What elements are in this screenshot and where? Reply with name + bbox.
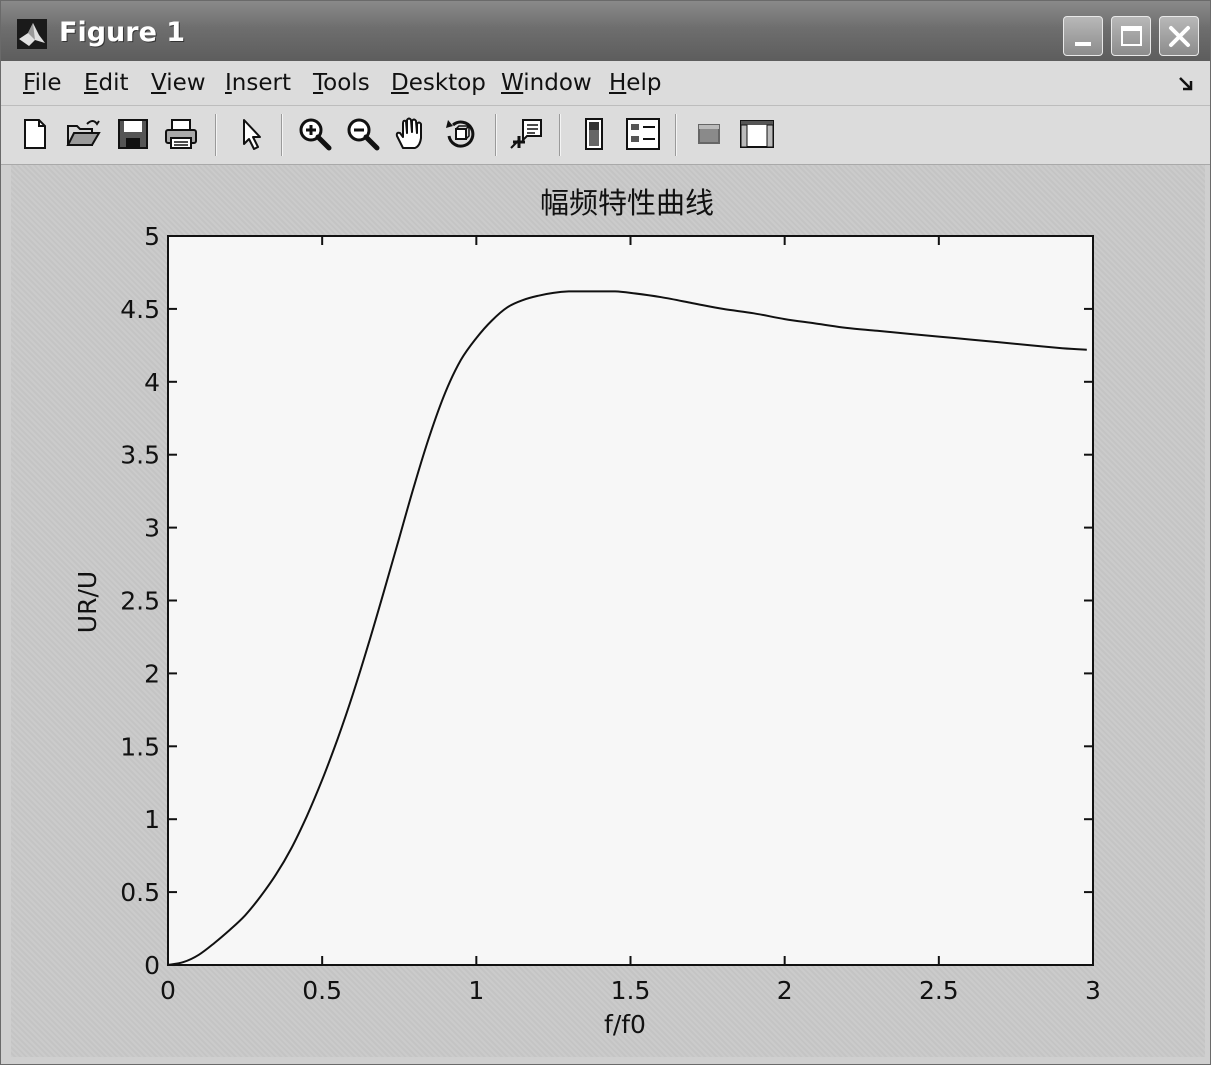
- data-cursor-icon[interactable]: [509, 116, 545, 152]
- x-tick-label: 0: [160, 976, 176, 1005]
- menu-edit[interactable]: Edit: [84, 70, 129, 96]
- y-tick-label: 3: [144, 514, 160, 543]
- print-icon[interactable]: [163, 116, 199, 152]
- x-tick-label: 1: [468, 976, 484, 1005]
- y-tick-label: 2.5: [120, 587, 160, 616]
- x-tick-label: 2: [777, 976, 793, 1005]
- save-icon[interactable]: [115, 116, 151, 152]
- toolbar-separator: [675, 114, 677, 156]
- x-tick-label: 1.5: [611, 976, 651, 1005]
- y-tick-label: 1.5: [120, 732, 160, 761]
- maximize-button[interactable]: [1111, 16, 1151, 56]
- dock-arrow-icon[interactable]: [1177, 75, 1195, 93]
- y-axis-label: UR/U: [73, 571, 102, 633]
- colorbar-icon[interactable]: [577, 116, 613, 152]
- y-tick-label: 5: [144, 222, 160, 251]
- y-tick-label: 3.5: [120, 441, 160, 470]
- menu-view[interactable]: View: [151, 70, 206, 96]
- matlab-logo-icon: [17, 19, 47, 49]
- menu-tools[interactable]: Tools: [313, 70, 370, 96]
- plot-svg: 0 0.5 1 1.5 2 2.5 3 0 0.5 1 1.5 2 2.5 3 3.5 4 4.5 5 幅频特性…: [73, 186, 1101, 1039]
- zoom-in-icon[interactable]: [297, 116, 333, 152]
- close-icon: [1169, 26, 1190, 47]
- maximize-icon: [1121, 26, 1142, 46]
- y-tick-labels: 0 0.5 1 1.5 2 2.5 3 3.5 4 4.5 5: [120, 222, 160, 980]
- menu-help[interactable]: Help: [609, 70, 661, 96]
- y-tick-label: 4.5: [120, 295, 160, 324]
- open-file-icon[interactable]: [65, 116, 101, 152]
- axes-background[interactable]: [168, 236, 1093, 965]
- x-tick-label: 2.5: [919, 976, 959, 1005]
- y-tick-label: 0.5: [120, 878, 160, 907]
- toolbar-separator: [559, 114, 561, 156]
- y-tick-label: 1: [144, 805, 160, 834]
- zoom-out-icon[interactable]: [345, 116, 381, 152]
- menu-desktop[interactable]: Desktop: [391, 70, 486, 96]
- new-figure-icon[interactable]: [17, 116, 53, 152]
- edit-plot-arrow-icon[interactable]: [233, 116, 269, 152]
- minimize-icon: [1075, 42, 1091, 46]
- toolbar-separator: [215, 114, 217, 156]
- close-button[interactable]: [1159, 16, 1199, 56]
- legend-icon[interactable]: [625, 116, 661, 152]
- hide-plot-tools-icon[interactable]: [691, 116, 727, 152]
- toolbar: [1, 105, 1210, 165]
- menu-file[interactable]: File: [23, 70, 62, 96]
- show-plot-tools-icon[interactable]: [739, 116, 775, 152]
- x-tick-label: 3: [1085, 976, 1101, 1005]
- y-tick-label: 0: [144, 951, 160, 980]
- x-tick-label: 0.5: [302, 976, 342, 1005]
- y-tick-label: 4: [144, 368, 160, 397]
- title-bar[interactable]: Figure 1: [1, 1, 1210, 61]
- figure-canvas: 0 0.5 1 1.5 2 2.5 3 0 0.5 1 1.5 2 2.5 3 3.5 4 4.5 5 幅频特性…: [11, 165, 1205, 1057]
- toolbar-separator: [495, 114, 497, 156]
- x-axis-label: f/f0: [604, 1010, 646, 1039]
- menu-bar: File Edit View Insert Tools Desktop Wind…: [1, 61, 1210, 105]
- toolbar-separator: [281, 114, 283, 156]
- window-title: Figure 1: [59, 17, 186, 48]
- menu-window[interactable]: Window: [501, 70, 592, 96]
- chart-title: 幅频特性曲线: [540, 186, 714, 220]
- menu-insert[interactable]: Insert: [225, 70, 291, 96]
- rotate-3d-icon[interactable]: [443, 116, 479, 152]
- figure-window: Figure 1 File Edit View Insert Tools Des…: [0, 0, 1211, 1065]
- x-tick-labels: 0 0.5 1 1.5 2 2.5 3: [160, 976, 1101, 1005]
- minimize-button[interactable]: [1063, 16, 1103, 56]
- pan-hand-icon[interactable]: [393, 116, 429, 152]
- y-tick-label: 2: [144, 659, 160, 688]
